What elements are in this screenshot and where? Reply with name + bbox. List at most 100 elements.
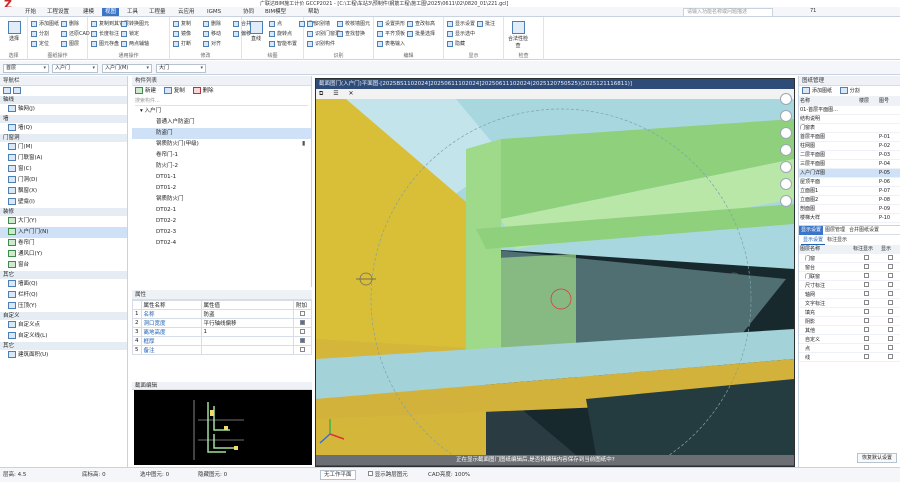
drawing-row[interactable]: 入户门详图 P-05: [799, 168, 900, 178]
property-value[interactable]: 1: [200, 327, 294, 337]
show-checkbox[interactable]: [887, 272, 893, 278]
ribbon-button[interactable]: 批量选择: [407, 30, 435, 38]
nav-item[interactable]: 墙(Q): [0, 123, 127, 134]
drawing-row[interactable]: 二层平面图 P-03: [799, 150, 900, 160]
ribbon-button[interactable]: 智能布置: [269, 40, 297, 48]
settings-subtab[interactable]: 显示设置: [801, 236, 826, 245]
show-checkbox[interactable]: [887, 308, 893, 314]
tab-5[interactable]: 工程量: [146, 8, 169, 16]
component-item[interactable]: 防火门-2: [132, 161, 311, 172]
drawing-row[interactable]: 立面图1 P-07: [799, 186, 900, 196]
rotate-view-icon[interactable]: [780, 93, 792, 105]
property-flag-checkbox[interactable]: [300, 319, 305, 325]
tab-7[interactable]: IGMS: [204, 8, 224, 16]
ribbon-button[interactable]: 删除: [203, 20, 221, 28]
copy-view-icon[interactable]: ⧉: [319, 90, 323, 97]
ribbon-button[interactable]: 隐藏: [447, 40, 465, 48]
label-checkbox[interactable]: [863, 308, 869, 314]
component-search[interactable]: 搜索构件...: [135, 97, 308, 106]
settings-tab[interactable]: 合并图纸设置: [847, 226, 881, 235]
nav-item[interactable]: 建筑面积(U): [0, 350, 127, 361]
tab-6[interactable]: 云应用: [175, 8, 198, 16]
cad-brightness[interactable]: CAD亮度: 100%: [428, 468, 470, 483]
settings-subtab[interactable]: 标注显示: [825, 236, 849, 245]
new-component-button[interactable]: 新建: [135, 87, 156, 94]
list-icon[interactable]: ☰: [333, 90, 338, 97]
display-row[interactable]: 自定义: [799, 334, 900, 344]
nav-item[interactable]: 飘窗(X): [0, 186, 127, 197]
show-checkbox[interactable]: [887, 290, 893, 296]
tab-0[interactable]: 开始: [22, 8, 39, 16]
ribbon-button[interactable]: 锁定: [121, 30, 139, 38]
property-flag-checkbox[interactable]: [300, 328, 305, 334]
nav-item[interactable]: 门联窗(A): [0, 153, 127, 164]
zoom-view-icon[interactable]: [780, 127, 792, 139]
ribbon-button[interactable]: 复制: [173, 20, 191, 28]
nav-item[interactable]: 轴网(J): [0, 104, 127, 115]
drawing-row[interactable]: 屋顶平面 P-06: [799, 177, 900, 187]
nav-item[interactable]: 栏杆(Q): [0, 290, 127, 301]
component-item[interactable]: DT01-2: [132, 183, 311, 194]
close-view-icon[interactable]: ✕: [349, 90, 354, 97]
nav-category[interactable]: 其它: [0, 271, 127, 279]
tab-2[interactable]: 建模: [80, 8, 97, 16]
label-checkbox[interactable]: [863, 281, 869, 287]
property-row[interactable]: 3 离地高度 1: [132, 327, 312, 337]
nav-item[interactable]: 窗台: [0, 260, 127, 271]
property-flag-checkbox[interactable]: [300, 310, 305, 316]
tree-view-icon[interactable]: [13, 87, 21, 94]
display-row[interactable]: 轴网: [799, 289, 900, 299]
component-item[interactable]: 普通入户防盗门: [132, 117, 311, 128]
display-row[interactable]: 线: [799, 352, 900, 362]
component-group[interactable]: ▾ 入户门: [132, 106, 311, 117]
display-row[interactable]: 门窗: [799, 253, 900, 263]
ribbon-big-button-8[interactable]: 合法性检查: [507, 21, 529, 51]
category-select[interactable]: 入户门: [52, 64, 98, 73]
display-row[interactable]: 门联窗: [799, 271, 900, 281]
list-view-icon[interactable]: [3, 87, 11, 94]
property-row[interactable]: 1 名称 防盗: [132, 309, 312, 319]
drawing-row[interactable]: 结构说明: [799, 114, 900, 124]
tab-9[interactable]: BIM模型: [262, 8, 289, 16]
ribbon-big-button-0[interactable]: 选择: [3, 21, 25, 51]
ribbon-button[interactable]: 添加图纸: [31, 20, 59, 28]
nav-item[interactable]: 墙面(Q): [0, 279, 127, 290]
display-row[interactable]: 填充: [799, 307, 900, 317]
ribbon-button[interactable]: 平齐顶板: [377, 30, 405, 38]
nav-category[interactable]: 自定义: [0, 312, 127, 320]
ribbon-button[interactable]: 点: [269, 20, 282, 28]
drawing-row[interactable]: 门窗表: [799, 123, 900, 133]
nav-item[interactable]: 卷帘门: [0, 238, 127, 249]
property-value[interactable]: [200, 345, 294, 355]
tab-3[interactable]: 视图: [102, 8, 120, 16]
settings-tab[interactable]: 图层管理: [823, 226, 847, 235]
ribbon-button[interactable]: 移动: [203, 30, 221, 38]
ribbon-button[interactable]: 显示选中: [447, 30, 475, 38]
label-checkbox[interactable]: [863, 344, 869, 350]
component-item[interactable]: 卷帘门-1: [132, 150, 311, 161]
drawing-row[interactable]: 01-首层平面图...: [799, 105, 900, 115]
cross-floor-toggle[interactable]: 显示跨层图元: [368, 468, 408, 483]
display-row[interactable]: 窗台: [799, 262, 900, 272]
ribbon-button[interactable]: 删除: [61, 20, 79, 28]
reset-defaults-button[interactable]: 恢复默认设置: [856, 453, 897, 463]
show-checkbox[interactable]: [887, 317, 893, 323]
tab-4[interactable]: 工具: [124, 8, 141, 16]
show-checkbox[interactable]: [887, 281, 893, 287]
settings-tab[interactable]: 显示设置: [799, 225, 824, 235]
drawing-row[interactable]: 三层平面图 P-04: [799, 159, 900, 169]
ribbon-big-button-4[interactable]: 直线: [245, 21, 267, 51]
ribbon-button[interactable]: 查改标高: [407, 20, 435, 28]
label-checkbox[interactable]: [863, 272, 869, 278]
ribbon-button[interactable]: 图元存盘: [91, 40, 119, 48]
nav-item[interactable]: 大门(Y): [0, 216, 127, 227]
ribbon-button[interactable]: 还原CAD: [61, 30, 90, 38]
drawing-row[interactable]: 首层平面图 P-01: [799, 132, 900, 142]
user-count[interactable]: 71: [810, 8, 816, 14]
nav-item[interactable]: 入户门门(N): [0, 227, 127, 238]
property-value[interactable]: [200, 336, 294, 346]
nav-item[interactable]: 窗(C): [0, 164, 127, 175]
component-item[interactable]: DT01-1: [132, 172, 311, 183]
pan-view-icon[interactable]: [780, 110, 792, 122]
ribbon-button[interactable]: 分割: [31, 30, 49, 38]
